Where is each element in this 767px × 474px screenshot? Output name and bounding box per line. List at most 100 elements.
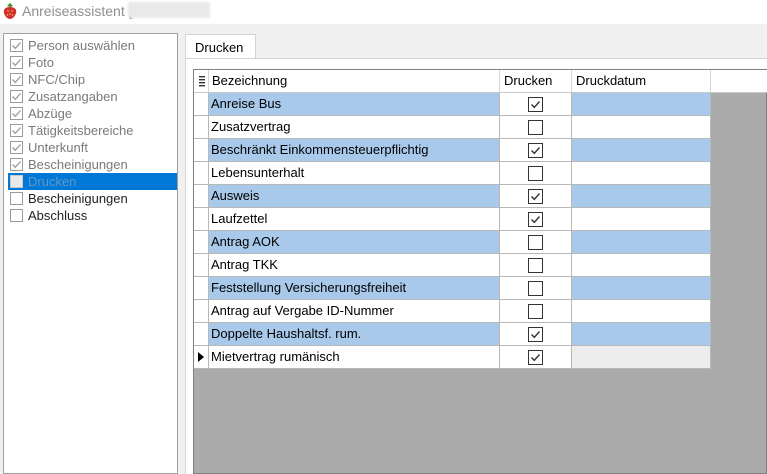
cell-bezeichnung[interactable]: Ausweis	[209, 185, 500, 208]
print-checkbox[interactable]	[528, 350, 543, 365]
wizard-step-item[interactable]: NFC/Chip	[8, 71, 177, 88]
print-checkbox[interactable]	[528, 189, 543, 204]
cell-druckdatum[interactable]	[572, 254, 711, 277]
cell-druckdatum[interactable]	[572, 208, 711, 231]
table-row[interactable]: Antrag auf Vergabe ID-Nummer	[194, 300, 711, 323]
table-row[interactable]: Doppelte Haushaltsf. rum.	[194, 323, 711, 346]
document-name: Ausweis	[211, 188, 260, 203]
cell-bezeichnung[interactable]: Beschränkt Einkommensteuerpflichtig	[209, 139, 500, 162]
cell-druckdatum[interactable]	[572, 116, 711, 139]
wizard-step-item[interactable]: Bescheinigungen	[8, 156, 177, 173]
print-checkbox[interactable]	[528, 327, 543, 342]
title-bar: Anreiseassistent [	[0, 0, 767, 24]
wizard-step-item[interactable]: Drucken	[8, 173, 177, 190]
strawberry-icon	[3, 3, 17, 19]
print-checkbox[interactable]	[528, 304, 543, 319]
cell-bezeichnung[interactable]: Feststellung Versicherungsfreiheit	[209, 277, 500, 300]
document-name: Lebensunterhalt	[211, 165, 305, 180]
print-checkbox[interactable]	[528, 166, 543, 181]
step-checked-checkbox	[10, 39, 23, 52]
column-header-druckdatum[interactable]: Druckdatum	[572, 70, 711, 93]
column-header-bezeichnung[interactable]: Bezeichnung	[209, 70, 500, 93]
table-row[interactable]: Antrag TKK	[194, 254, 711, 277]
table-row[interactable]: Beschränkt Einkommensteuerpflichtig	[194, 139, 711, 162]
wizard-step-label: Foto	[28, 55, 55, 70]
cell-bezeichnung[interactable]: Lebensunterhalt	[209, 162, 500, 185]
wizard-step-label: Abzüge	[28, 106, 73, 121]
table-row[interactable]: Zusatzvertrag	[194, 116, 711, 139]
document-name: Laufzettel	[211, 211, 268, 226]
cell-bezeichnung[interactable]: Laufzettel	[209, 208, 500, 231]
wizard-step-item[interactable]: Person auswählen	[8, 37, 177, 54]
cell-druckdatum[interactable]	[572, 323, 711, 346]
row-selector[interactable]	[194, 162, 209, 185]
column-chooser-icon	[199, 76, 205, 87]
header-filler	[711, 70, 767, 93]
cell-druckdatum[interactable]	[572, 277, 711, 300]
document-name: Mietvertrag rumänisch	[211, 349, 340, 364]
cell-bezeichnung[interactable]: Zusatzvertrag	[209, 116, 500, 139]
cell-druckdatum[interactable]	[572, 93, 711, 116]
cell-druckdatum[interactable]	[572, 139, 711, 162]
column-header-label: Druckdatum	[576, 73, 647, 88]
tab-label: Drucken	[195, 40, 244, 55]
row-selector[interactable]	[194, 116, 209, 139]
grid-header: Bezeichnung Drucken Druckdatum	[194, 70, 767, 93]
wizard-step-item[interactable]: Unterkunft	[8, 139, 177, 156]
cell-bezeichnung[interactable]: Antrag AOK	[209, 231, 500, 254]
step-checked-checkbox	[10, 124, 23, 137]
table-row[interactable]: Laufzettel	[194, 208, 711, 231]
wizard-step-item[interactable]: Tätigkeitsbereiche	[8, 122, 177, 139]
cell-druckdatum[interactable]	[572, 185, 711, 208]
cell-druckdatum[interactable]	[572, 346, 711, 369]
row-selector[interactable]	[194, 323, 209, 346]
row-selector[interactable]	[194, 93, 209, 116]
print-checkbox[interactable]	[528, 258, 543, 273]
cell-drucken	[500, 300, 572, 323]
row-selector[interactable]	[194, 208, 209, 231]
row-selector[interactable]	[194, 254, 209, 277]
print-checkbox[interactable]	[528, 143, 543, 158]
print-checkbox[interactable]	[528, 235, 543, 250]
step-checkbox	[10, 209, 23, 222]
wizard-step-item[interactable]: Zusatzangaben	[8, 88, 177, 105]
table-row[interactable]: Anreise Bus	[194, 93, 711, 116]
row-selector[interactable]	[194, 346, 209, 369]
cell-druckdatum[interactable]	[572, 162, 711, 185]
document-name: Antrag auf Vergabe ID-Nummer	[211, 303, 394, 318]
cell-druckdatum[interactable]	[572, 231, 711, 254]
table-row[interactable]: Lebensunterhalt	[194, 162, 711, 185]
table-row[interactable]: Antrag AOK	[194, 231, 711, 254]
row-selector[interactable]	[194, 300, 209, 323]
row-selector[interactable]	[194, 277, 209, 300]
cell-bezeichnung[interactable]: Antrag TKK	[209, 254, 500, 277]
cell-bezeichnung[interactable]: Doppelte Haushaltsf. rum.	[209, 323, 500, 346]
print-checkbox[interactable]	[528, 97, 543, 112]
column-chooser-button[interactable]	[194, 70, 209, 93]
wizard-step-list[interactable]: Person auswählen Foto NFC/Chip Zusatzangabe…	[3, 33, 178, 474]
cell-drucken	[500, 277, 572, 300]
row-selector[interactable]	[194, 185, 209, 208]
wizard-step-item[interactable]: Bescheinigungen	[8, 190, 177, 207]
print-checkbox[interactable]	[528, 212, 543, 227]
documents-grid[interactable]: Bezeichnung Drucken Druckdatum Anreise B…	[193, 69, 767, 474]
document-name: Feststellung Versicherungsfreiheit	[211, 280, 407, 295]
cell-bezeichnung[interactable]: Antrag auf Vergabe ID-Nummer	[209, 300, 500, 323]
tab-drucken[interactable]: Drucken	[185, 34, 256, 59]
column-header-drucken[interactable]: Drucken	[500, 70, 572, 93]
wizard-step-item[interactable]: Abschluss	[8, 207, 177, 224]
print-checkbox[interactable]	[528, 120, 543, 135]
wizard-step-item[interactable]: Foto	[8, 54, 177, 71]
table-row[interactable]: Feststellung Versicherungsfreiheit	[194, 277, 711, 300]
cell-bezeichnung[interactable]: Mietvertrag rumänisch	[209, 346, 500, 369]
row-selector[interactable]	[194, 231, 209, 254]
step-checked-checkbox	[10, 73, 23, 86]
table-row[interactable]: Mietvertrag rumänisch	[194, 346, 711, 369]
cell-druckdatum[interactable]	[572, 300, 711, 323]
table-row[interactable]: Ausweis	[194, 185, 711, 208]
wizard-step-item[interactable]: Abzüge	[8, 105, 177, 122]
cell-bezeichnung[interactable]: Anreise Bus	[209, 93, 500, 116]
row-selector[interactable]	[194, 139, 209, 162]
print-checkbox[interactable]	[528, 281, 543, 296]
document-name: Antrag TKK	[211, 257, 278, 272]
